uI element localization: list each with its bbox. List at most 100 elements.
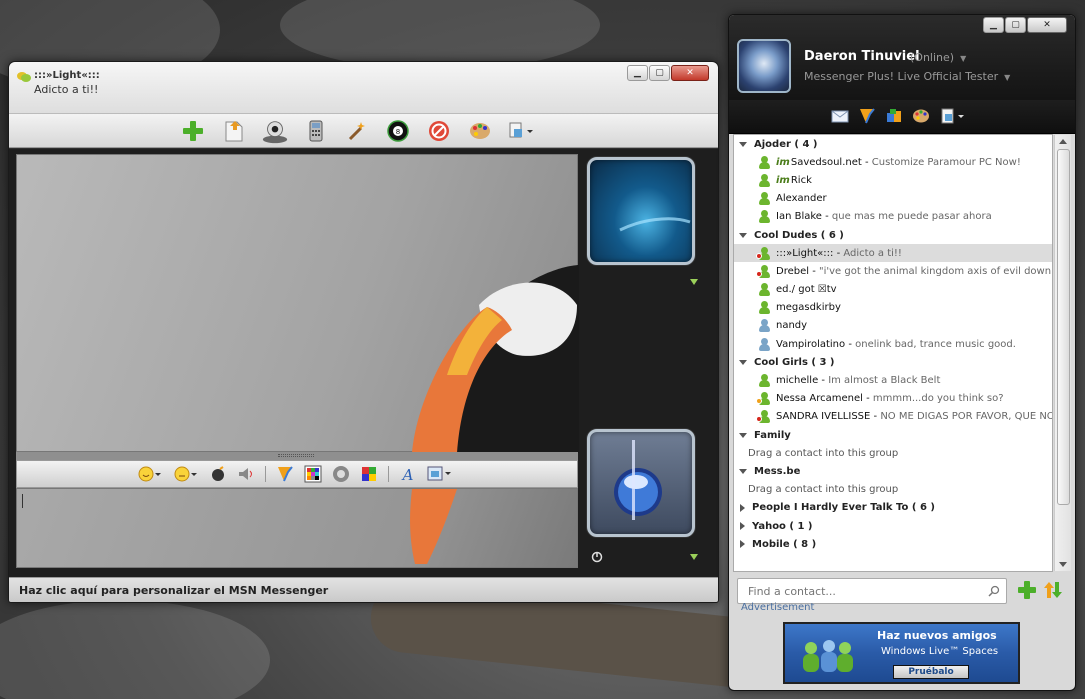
menu-icon[interactable] <box>507 117 537 145</box>
sounds-icon[interactable] <box>332 465 350 483</box>
contact-item[interactable]: michelle - Im almost a Black Belt <box>734 371 1052 389</box>
contact-list-scrollbar[interactable] <box>1054 135 1071 571</box>
maximize-button[interactable]: ▢ <box>1005 17 1026 33</box>
chevron-down-icon[interactable] <box>739 432 747 438</box>
group-header[interactable]: Cool Dudes ( 6 ) <box>734 226 1052 244</box>
emoticon-icon[interactable] <box>137 465 163 483</box>
ink-icon[interactable] <box>360 465 378 483</box>
add-contact-icon[interactable] <box>1017 580 1037 600</box>
message-input[interactable] <box>16 488 578 568</box>
messenger-plus-icon[interactable] <box>858 107 876 125</box>
group-header[interactable]: Yahoo ( 1 ) <box>734 517 1052 535</box>
group-header[interactable]: Mess.be <box>734 462 1052 480</box>
chevron-down-icon: ▼ <box>960 54 967 63</box>
group-header[interactable]: Mobile ( 8 ) <box>734 535 1052 553</box>
contact-personal-message: Im almost a Black Belt <box>828 375 941 387</box>
shop-icon[interactable] <box>885 107 903 125</box>
buddy-status-icon <box>756 410 771 424</box>
scroll-down-arrow[interactable] <box>1059 562 1067 567</box>
phone-icon[interactable] <box>302 117 330 145</box>
my-display-name[interactable]: Daeron Tinuviel <box>804 49 920 64</box>
toucan-background-image <box>412 265 579 453</box>
scroll-up-arrow[interactable] <box>1059 139 1067 144</box>
find-contact-input[interactable] <box>738 579 988 603</box>
my-display-picture[interactable] <box>737 39 791 93</box>
voice-clip-icon[interactable] <box>237 465 255 483</box>
add-contact-icon[interactable] <box>179 117 207 145</box>
own-display-picture[interactable] <box>587 429 695 537</box>
contact-item[interactable]: im Rick <box>734 171 1052 189</box>
chevron-down-icon[interactable] <box>739 468 747 474</box>
group-header[interactable]: Ajoder ( 4 ) <box>734 135 1052 153</box>
ad-headline: Haz nuevos amigos <box>877 629 997 642</box>
ad-product: Windows Live™ Spaces <box>881 646 999 657</box>
ad-try-button[interactable]: Pruébalo <box>893 665 969 679</box>
power-icon[interactable] <box>591 551 603 563</box>
group-header[interactable]: Cool Girls ( 3 ) <box>734 353 1052 371</box>
contact-item[interactable]: Ian Blake - que mas me puede pasar ahora <box>734 208 1052 226</box>
chevron-down-icon[interactable] <box>739 232 747 238</box>
palette-icon[interactable] <box>912 107 930 125</box>
contact-item[interactable]: SANDRA IVELLISSE - NO ME DIGAS POR FAVOR… <box>734 408 1052 426</box>
background-icon[interactable] <box>427 465 453 483</box>
contact-separator: - <box>845 338 856 350</box>
contact-personal-message: NO ME DIGAS POR FAVOR, QUE NO VUEL... <box>880 411 1052 423</box>
close-button[interactable]: ✕ <box>1027 17 1067 33</box>
chevron-right-icon[interactable] <box>740 540 745 549</box>
contact-list-window-controls: ▁ ▢ ✕ <box>983 17 1067 33</box>
wink-icon[interactable] <box>173 465 199 483</box>
chat-contact-name: :::»Light«::: <box>34 70 100 81</box>
games-8ball-icon[interactable]: 8 <box>384 117 412 145</box>
contact-item[interactable]: Alexander <box>734 190 1052 208</box>
chat-title-bar: :::»Light«::: Adicto a ti!! ▁ ▢ ✕ <box>9 62 718 114</box>
my-personal-message[interactable]: Messenger Plus! Live Official Tester ▼ <box>804 70 1010 83</box>
chevron-down-icon[interactable] <box>739 359 747 365</box>
send-file-icon[interactable] <box>220 117 248 145</box>
palette-icon[interactable] <box>466 117 494 145</box>
empty-group-hint: Drag a contact into this group <box>748 447 899 459</box>
maximize-button[interactable]: ▢ <box>649 65 670 81</box>
contact-item[interactable]: nandy <box>734 317 1052 335</box>
chevron-down-icon[interactable] <box>739 141 747 147</box>
contact-item[interactable]: ed./ got ☒tv <box>734 281 1052 299</box>
contact-item[interactable]: im Savedsoul.net - Customize Paramour PC … <box>734 153 1052 171</box>
activities-wand-icon[interactable] <box>343 117 371 145</box>
my-status[interactable]: (Online) ▼ <box>910 51 966 64</box>
buddy-status-icon <box>758 374 771 388</box>
minimize-button[interactable]: ▁ <box>627 65 648 81</box>
chevron-right-icon[interactable] <box>740 522 745 531</box>
contact-name: michelle <box>776 375 819 387</box>
group-header[interactable]: Family <box>734 426 1052 444</box>
close-button[interactable]: ✕ <box>671 65 709 81</box>
sort-contacts-icon[interactable] <box>1043 580 1063 600</box>
color-grid-icon[interactable] <box>304 465 322 483</box>
messenger-plus-icon[interactable] <box>276 465 294 483</box>
own-picture-menu-arrow[interactable] <box>690 554 698 560</box>
contact-separator: - <box>821 211 832 223</box>
group-label: People I Hardly Ever Talk To ( 6 ) <box>752 502 935 514</box>
contact-item[interactable]: Nessa Arcamenel - mmmm...do you think so… <box>734 390 1052 408</box>
group-header[interactable]: People I Hardly Ever Talk To ( 6 ) <box>734 499 1052 517</box>
minimize-button[interactable]: ▁ <box>983 17 1004 33</box>
search-icon[interactable] <box>988 585 1000 597</box>
block-icon[interactable] <box>425 117 453 145</box>
menu-icon[interactable] <box>939 107 967 125</box>
font-icon[interactable]: A <box>399 465 417 483</box>
scrollbar-thumb[interactable] <box>1057 149 1070 505</box>
chevron-right-icon[interactable] <box>740 503 745 512</box>
nudge-icon[interactable] <box>209 465 227 483</box>
chat-splitter[interactable] <box>16 452 578 460</box>
contact-personal-message: "i've got the animal kingdom axis of evi… <box>819 265 1052 277</box>
buddy-status-icon <box>758 301 771 315</box>
contact-picture-menu-arrow[interactable] <box>690 279 698 285</box>
contact-item[interactable]: Drebel - "i've got the animal kingdom ax… <box>734 262 1052 280</box>
contact-display-picture[interactable] <box>587 157 695 265</box>
webcam-icon[interactable] <box>261 117 289 145</box>
advertisement-banner[interactable]: Haz nuevos amigos Windows Live™ Spaces P… <box>783 622 1020 684</box>
contact-item[interactable]: :::»Light«::: - Adicto a ti!! <box>734 244 1052 263</box>
mail-icon[interactable] <box>831 107 849 125</box>
contact-item[interactable]: megasdkirby <box>734 299 1052 317</box>
customize-link[interactable]: Haz clic aquí para personalizar el MSN M… <box>19 584 328 597</box>
contact-item[interactable]: Vampirolatino - onelink bad, trance musi… <box>734 335 1052 353</box>
chat-status-bar[interactable]: Haz clic aquí para personalizar el MSN M… <box>9 577 718 602</box>
